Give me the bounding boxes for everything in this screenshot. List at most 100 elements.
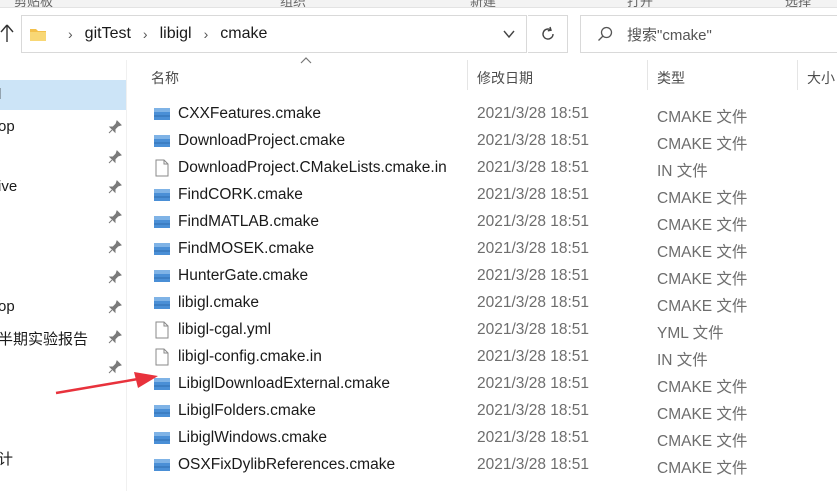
file-type: YML 文件 — [657, 325, 724, 342]
cmake-file-icon — [153, 132, 171, 150]
ribbon-label[interactable]: 新建 — [470, 0, 496, 7]
pin-icon[interactable] — [108, 330, 122, 344]
nav-item[interactable] — [0, 142, 126, 172]
breadcrumb-gittest[interactable]: gitTest — [85, 25, 131, 43]
pane-divider[interactable] — [126, 60, 127, 491]
file-type: CMAKE 文件 — [657, 460, 748, 477]
nav-item-label: op — [0, 118, 15, 135]
blank-file-icon — [153, 321, 171, 339]
file-type: CMAKE 文件 — [657, 298, 748, 315]
file-name[interactable]: OSXFixDylibReferences.cmake — [178, 456, 395, 474]
address-bar[interactable]: › gitTest › libigl › cmake — [21, 15, 527, 53]
file-name[interactable]: FindMATLAB.cmake — [178, 213, 319, 231]
refresh-icon — [541, 26, 554, 40]
file-row[interactable]: FindMATLAB.cmake 2021/3/28 18:51 CMAKE 文件 — [140, 209, 837, 236]
pin-icon[interactable] — [108, 210, 122, 224]
nav-item-label: 半期实验报告 — [0, 331, 89, 348]
blank-file-icon — [153, 348, 171, 366]
file-row[interactable]: FindCORK.cmake 2021/3/28 18:51 CMAKE 文件 — [140, 182, 837, 209]
column-header-date[interactable]: 修改日期 — [477, 68, 533, 88]
breadcrumb-separator-icon[interactable]: › — [143, 26, 148, 42]
file-name[interactable]: libigl-config.cmake.in — [178, 348, 322, 366]
folder-icon — [30, 29, 46, 41]
file-date: 2021/3/28 18:51 — [477, 375, 590, 392]
file-row[interactable]: OSXFixDylibReferences.cmake 2021/3/28 18:… — [140, 452, 837, 479]
annotation-arrow — [55, 372, 158, 395]
cmake-file-icon — [153, 186, 171, 204]
nav-item[interactable]: 计 — [0, 442, 126, 472]
column-header-size[interactable]: 大小 — [807, 68, 835, 88]
file-type: CMAKE 文件 — [657, 244, 748, 261]
file-type: CMAKE 文件 — [657, 109, 748, 126]
file-name[interactable]: HunterGate.cmake — [178, 267, 308, 285]
pin-icon[interactable] — [108, 120, 122, 134]
file-type: CMAKE 文件 — [657, 217, 748, 234]
breadcrumb-separator-icon[interactable]: › — [68, 26, 73, 42]
file-date: 2021/3/28 18:51 — [477, 429, 590, 446]
ribbon-label[interactable]: 组织 — [280, 0, 306, 7]
column-header-type[interactable]: 类型 — [657, 68, 685, 88]
address-row: › gitTest › libigl › cmake 搜索"cmake" — [0, 12, 837, 56]
file-date: 2021/3/28 18:51 — [477, 213, 590, 230]
breadcrumb-separator-icon[interactable]: › — [204, 26, 209, 42]
up-arrow-icon[interactable] — [0, 22, 14, 44]
nav-item[interactable] — [0, 262, 126, 292]
breadcrumb-cmake[interactable]: cmake — [220, 25, 267, 43]
file-name[interactable]: libigl.cmake — [178, 294, 259, 312]
nav-item[interactable] — [0, 232, 126, 262]
search-input[interactable]: 搜索"cmake" — [627, 24, 712, 45]
nav-item-label: 计 — [0, 451, 14, 468]
file-name[interactable]: LibiglWindows.cmake — [178, 429, 327, 447]
nav-item[interactable] — [0, 202, 126, 232]
file-row[interactable]: DownloadProject.cmake 2021/3/28 18:51 CMAK… — [140, 128, 837, 155]
file-name[interactable]: FindCORK.cmake — [178, 186, 303, 204]
file-name[interactable]: FindMOSEK.cmake — [178, 240, 314, 258]
column-divider[interactable] — [467, 60, 468, 90]
file-row[interactable]: CXXFeatures.cmake 2021/3/28 18:51 CMAKE 文件 — [140, 101, 837, 128]
file-row[interactable]: libigl-cgal.yml 2021/3/28 18:51 YML 文件 — [140, 317, 837, 344]
file-type: IN 文件 — [657, 163, 708, 180]
ribbon-strip: 剪贴板 组织 新建 打开 选择 — [0, 0, 837, 8]
search-box[interactable]: 搜索"cmake" — [580, 15, 837, 53]
nav-item[interactable]: op — [0, 112, 126, 142]
ribbon-label[interactable]: 选择 — [785, 0, 811, 7]
cmake-file-icon — [153, 402, 171, 420]
cmake-file-icon — [153, 267, 171, 285]
pin-icon[interactable] — [108, 300, 122, 314]
file-name[interactable]: LibiglDownloadExternal.cmake — [178, 375, 390, 393]
pin-icon[interactable] — [108, 150, 122, 164]
file-name[interactable]: DownloadProject.CMakeLists.cmake.in — [178, 159, 447, 177]
file-row[interactable]: DownloadProject.CMakeLists.cmake.in 2021/… — [140, 155, 837, 182]
file-row[interactable]: FindMOSEK.cmake 2021/3/28 18:51 CMAKE 文件 — [140, 236, 837, 263]
ribbon-label[interactable]: 打开 — [627, 0, 653, 7]
cmake-file-icon — [153, 240, 171, 258]
sort-ascending-icon — [300, 57, 312, 64]
file-date: 2021/3/28 18:51 — [477, 159, 590, 176]
file-date: 2021/3/28 18:51 — [477, 348, 590, 365]
file-name[interactable]: LibiglFolders.cmake — [178, 402, 316, 420]
column-divider[interactable] — [797, 60, 798, 90]
pin-icon[interactable] — [108, 180, 122, 194]
file-row[interactable]: LibiglWindows.cmake 2021/3/28 18:51 CMAKE … — [140, 425, 837, 452]
file-name[interactable]: CXXFeatures.cmake — [178, 105, 321, 123]
cmake-file-icon — [153, 105, 171, 123]
breadcrumb-libigl[interactable]: libigl — [160, 25, 192, 43]
pin-icon[interactable] — [108, 240, 122, 254]
nav-item[interactable]: op — [0, 292, 126, 322]
file-name[interactable]: libigl-cgal.yml — [178, 321, 271, 339]
nav-item[interactable]: 半期实验报告 — [0, 322, 126, 352]
refresh-button[interactable] — [528, 15, 568, 53]
ribbon-label[interactable]: 剪贴板 — [14, 0, 53, 7]
file-row[interactable]: libigl.cmake 2021/3/28 18:51 CMAKE 文件 — [140, 290, 837, 317]
nav-item[interactable]: ive — [0, 172, 126, 202]
chevron-down-icon[interactable] — [502, 28, 516, 40]
column-header-name[interactable]: 名称 — [151, 68, 179, 88]
nav-item[interactable]: l — [0, 80, 126, 110]
file-row[interactable]: LibiglDownloadExternal.cmake 2021/3/28 18… — [140, 371, 837, 398]
file-row[interactable]: libigl-config.cmake.in 2021/3/28 18:51 IN … — [140, 344, 837, 371]
file-row[interactable]: HunterGate.cmake 2021/3/28 18:51 CMAKE 文件 — [140, 263, 837, 290]
pin-icon[interactable] — [108, 270, 122, 284]
file-row[interactable]: LibiglFolders.cmake 2021/3/28 18:51 CMAKE … — [140, 398, 837, 425]
file-name[interactable]: DownloadProject.cmake — [178, 132, 345, 150]
column-divider[interactable] — [647, 60, 648, 90]
